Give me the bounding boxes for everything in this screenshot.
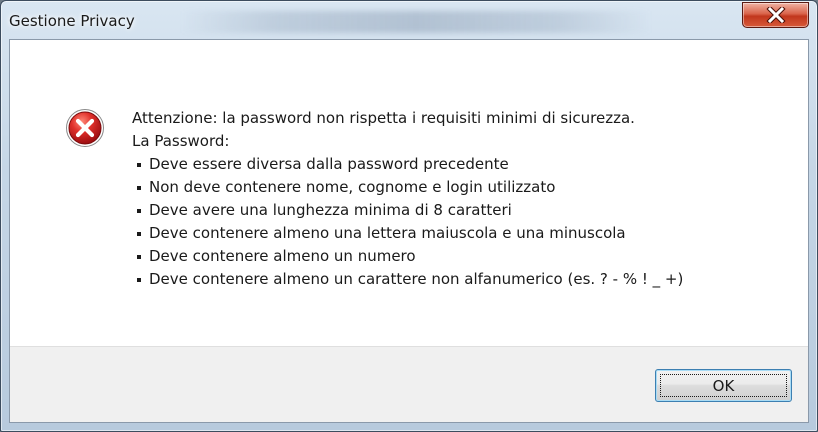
message-subheading: La Password: bbox=[132, 132, 230, 150]
requirement-item: Deve avere una lunghezza minima di 8 car… bbox=[132, 199, 792, 222]
message-heading: Attenzione: la password non rispetta i r… bbox=[132, 109, 635, 127]
title-bar-blur bbox=[181, 11, 651, 33]
requirement-item: Deve contenere almeno un carattere non a… bbox=[132, 268, 792, 291]
requirement-item: Deve contenere almeno una lettera maiusc… bbox=[132, 222, 792, 245]
requirements-list: Deve essere diversa dalla password prece… bbox=[132, 153, 792, 291]
title-bar[interactable]: Gestione Privacy bbox=[1, 1, 817, 41]
message-area: Attenzione: la password non rispetta i r… bbox=[10, 40, 808, 346]
dialog-client-area: Attenzione: la password non rispetta i r… bbox=[9, 39, 809, 423]
requirement-item: Deve essere diversa dalla password prece… bbox=[132, 153, 792, 176]
button-bar: OK bbox=[10, 346, 808, 422]
ok-button-label: OK bbox=[712, 376, 735, 395]
requirement-item: Deve contenere almeno un numero bbox=[132, 245, 792, 268]
requirement-item: Non deve contenere nome, cognome e login… bbox=[132, 176, 792, 199]
error-icon bbox=[65, 108, 105, 148]
ok-button[interactable]: OK bbox=[655, 369, 792, 402]
dialog-window: Gestione Privacy Attenzione: la password… bbox=[0, 0, 818, 432]
window-title: Gestione Privacy bbox=[9, 12, 135, 30]
close-x-icon bbox=[743, 3, 808, 27]
error-message: Attenzione: la password non rispetta i r… bbox=[132, 107, 792, 291]
close-button[interactable] bbox=[742, 2, 809, 28]
